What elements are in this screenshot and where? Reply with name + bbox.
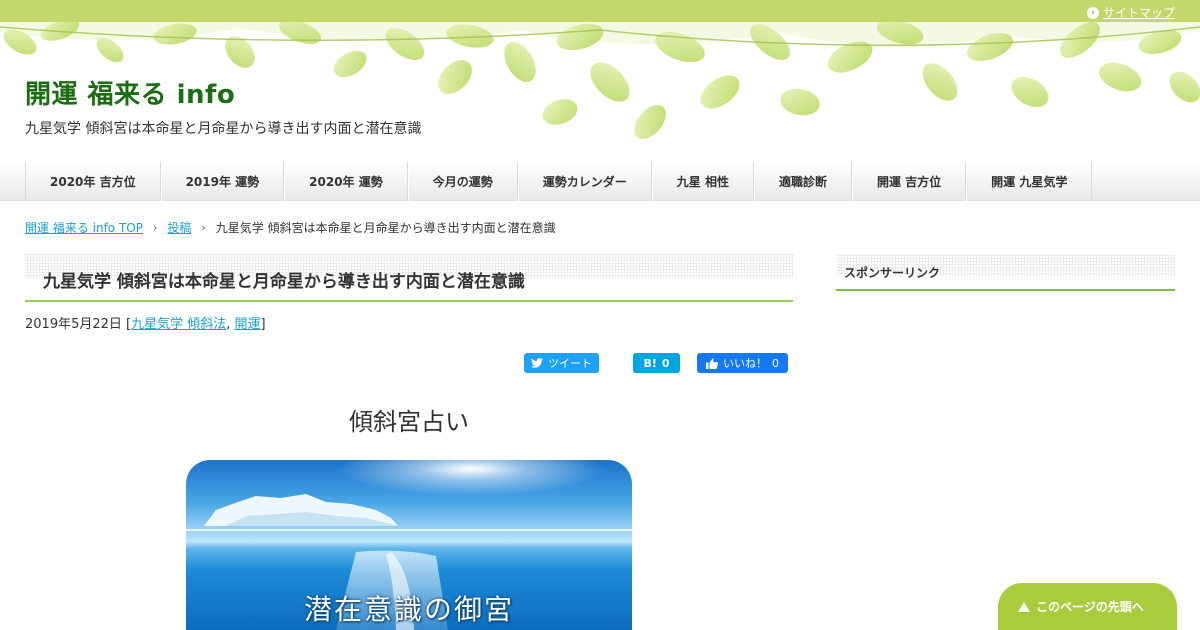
like-label: いいね！ — [723, 357, 767, 370]
like-count: 0 — [772, 356, 779, 370]
breadcrumb-home[interactable]: 開運 福来る info TOP — [25, 219, 143, 236]
breadcrumb-category[interactable]: 投稿 — [167, 219, 191, 236]
category-link-kaiun[interactable]: 開運 — [235, 317, 261, 332]
chevron-right-icon: › — [1086, 6, 1099, 19]
hero-image-iceberg: 潜在意識の御宮 — [186, 460, 632, 630]
thumbs-up-icon — [706, 358, 718, 369]
hatena-count: 0 — [661, 356, 670, 370]
site-header: 開運 福来る info 九星気学 傾斜宮は本命星と月命星から導き出す内面と潜在意… — [0, 22, 1200, 160]
post-title: 九星気学 傾斜宮は本命星と月命星から導き出す内面と潜在意識 — [43, 272, 525, 292]
nav-item-compatibility[interactable]: 九星 相性 — [651, 162, 754, 201]
global-nav: 2020年 吉方位 2019年 運勢 2020年 運勢 今月の運勢 運勢カレンダ… — [0, 162, 1200, 201]
sitemap-label: サイトマップ — [1102, 6, 1175, 20]
top-bar: › サイトマップ — [0, 0, 1200, 22]
page-top-button[interactable]: このページの先頭へ — [998, 583, 1177, 630]
hatena-bookmark-button[interactable]: B! 0 — [633, 353, 680, 373]
twitter-bird-icon — [531, 358, 543, 368]
sitemap-link[interactable]: › サイトマップ — [1086, 4, 1175, 21]
nav-item-career-diagnosis[interactable]: 適職診断 — [753, 162, 852, 201]
nav-item-fortune-calendar[interactable]: 運勢カレンダー — [517, 162, 652, 201]
breadcrumb: 開運 福来る info TOP › 投稿 › 九星気学 傾斜宮は本命星と月命星か… — [25, 219, 556, 236]
sidebar-title-box: スポンサーリンク — [836, 254, 1175, 291]
meta-bracket-close: ] — [260, 317, 266, 332]
meta-bracket-open: [ — [121, 317, 132, 332]
post-title-box: 九星気学 傾斜宮は本命星と月命星から導き出す内面と潜在意識 — [25, 254, 793, 302]
post-meta: 2019年5月22日 [九星気学 傾斜法, 開運] — [25, 313, 266, 332]
post-date: 2019年5月22日 — [25, 317, 122, 332]
arrow-up-icon — [1018, 601, 1030, 612]
hatena-icon: B! — [643, 356, 657, 370]
lead-heading: 傾斜宮占い — [349, 408, 469, 436]
breadcrumb-current: 九星気学 傾斜宮は本命星と月命星から導き出す内面と潜在意識 — [215, 221, 556, 235]
nav-item-monthly-fortune[interactable]: 今月の運勢 — [407, 162, 518, 201]
page-top-label: このページの先頭へ — [1036, 600, 1144, 614]
hero-caption: 潜在意識の御宮 — [303, 593, 514, 626]
site-title[interactable]: 開運 福来る info — [25, 74, 235, 111]
site-description: 九星気学 傾斜宮は本命星と月命星から導き出す内面と潜在意識 — [25, 121, 422, 137]
nav-item-kyusei-kigaku[interactable]: 開運 九星気学 — [966, 162, 1093, 201]
nav-item-2020-fortune[interactable]: 2020年 運勢 — [284, 162, 408, 201]
meta-separator: , — [226, 317, 235, 332]
nav-item-2019-fortune[interactable]: 2019年 運勢 — [160, 162, 285, 201]
nav-item-2020-lucky-direction[interactable]: 2020年 吉方位 — [25, 162, 161, 201]
chevron-right-icon: › — [152, 221, 158, 234]
chevron-right-icon: › — [201, 221, 206, 234]
tweet-button[interactable]: ツイート — [524, 353, 599, 373]
sponsor-link-heading: スポンサーリンク — [844, 266, 941, 280]
nav-item-lucky-direction[interactable]: 開運 吉方位 — [851, 162, 967, 201]
facebook-like-button[interactable]: いいね！ 0 — [697, 353, 788, 373]
tweet-label: ツイート — [548, 357, 592, 370]
category-link-keisha[interactable]: 九星気学 傾斜法 — [131, 317, 226, 332]
